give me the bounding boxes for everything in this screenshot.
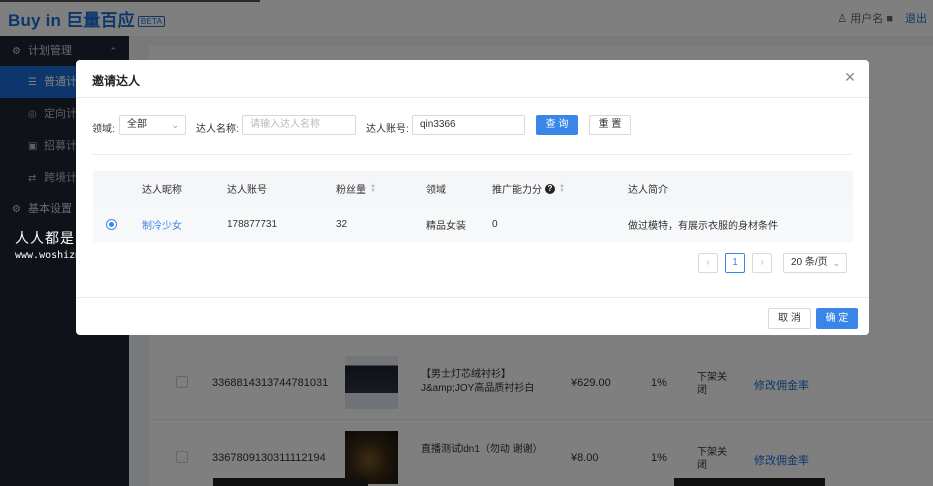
header-nickname: 达人昵称 xyxy=(142,171,182,206)
pagination: ‹ 1 › 20 条/页 ⌄ xyxy=(698,253,858,273)
confirm-button[interactable]: 确 定 xyxy=(816,308,858,329)
cancel-button[interactable]: 取 消 xyxy=(768,308,811,329)
talent-fans: 32 xyxy=(336,218,348,230)
header-power[interactable]: 推广能力分? ▲ ▼ xyxy=(492,171,565,206)
talent-account-input[interactable]: qin3366 xyxy=(412,115,525,135)
page-size-select[interactable]: 20 条/页 ⌄ xyxy=(783,253,847,273)
row-radio[interactable] xyxy=(106,206,117,242)
chevron-down-icon: ⌄ xyxy=(171,120,179,130)
divider xyxy=(92,154,852,155)
header-intro: 达人简介 xyxy=(628,171,668,206)
talent-table: 达人昵称 达人账号 粉丝量 ▲ ▼ 领域 推广能力分? ▲ ▼ 达人简介 制冷少女 17… xyxy=(93,171,853,242)
talent-power: 0 xyxy=(492,218,498,230)
talent-intro: 做过模特，有展示衣服的身材条件 xyxy=(628,220,778,232)
talent-domain: 精品女装 xyxy=(426,220,466,232)
header-label: 达人昵称 xyxy=(142,185,182,196)
domain-label: 领域: xyxy=(92,124,115,135)
talent-account-label: 达人账号: xyxy=(366,124,409,135)
header-label: 达人账号 xyxy=(227,185,267,196)
divider xyxy=(76,297,869,298)
domain-select[interactable]: 全部 ⌄ xyxy=(119,115,186,135)
help-icon[interactable]: ? xyxy=(545,183,555,194)
next-page-button[interactable]: › xyxy=(752,253,772,273)
chevron-down-icon: ⌄ xyxy=(832,258,840,268)
header-fans[interactable]: 粉丝量 ▲ ▼ xyxy=(336,171,376,206)
talent-account: 178877731 xyxy=(227,218,278,230)
talent-name-label: 达人名称: xyxy=(196,124,239,135)
divider xyxy=(76,97,869,98)
dialog-title: 邀请达人 xyxy=(92,74,141,88)
talent-name-input[interactable]: 请输入达人名称 xyxy=(242,115,356,135)
page-size-value: 20 条/页 xyxy=(791,257,828,268)
close-icon[interactable]: ✕ xyxy=(843,70,857,84)
prev-page-button[interactable]: ‹ xyxy=(698,253,718,273)
table-header: 达人昵称 达人账号 粉丝量 ▲ ▼ 领域 推广能力分? ▲ ▼ 达人简介 xyxy=(93,171,853,206)
invite-talent-dialog: 邀请达人 ✕ 领域: 全部 ⌄ 达人名称: 请输入达人名称 达人账号: qin3… xyxy=(76,60,869,335)
talent-nickname-link[interactable]: 制冷少女 xyxy=(142,206,182,242)
radio-selected-icon[interactable] xyxy=(106,218,117,230)
header-label: 推广能力分 xyxy=(492,185,542,196)
header-label: 达人简介 xyxy=(628,185,668,196)
table-row[interactable]: 制冷少女 178877731 32 精品女装 0 做过模特，有展示衣服的身材条件 xyxy=(93,206,853,242)
header-account: 达人账号 xyxy=(227,171,267,206)
domain-select-value: 全部 xyxy=(127,119,147,130)
header-label: 领域 xyxy=(426,185,446,196)
sort-icon[interactable]: ▲ ▼ xyxy=(370,183,376,194)
sort-icon[interactable]: ▲ ▼ xyxy=(559,183,565,194)
reset-button[interactable]: 重 置 xyxy=(589,115,631,135)
page-1-button[interactable]: 1 xyxy=(725,253,745,273)
header-domain: 领域 xyxy=(426,171,446,206)
header-label: 粉丝量 xyxy=(336,185,366,196)
filter-bar: 领域: 全部 ⌄ 达人名称: 请输入达人名称 达人账号: qin3366 查 询… xyxy=(92,115,852,137)
query-button[interactable]: 查 询 xyxy=(536,115,578,135)
